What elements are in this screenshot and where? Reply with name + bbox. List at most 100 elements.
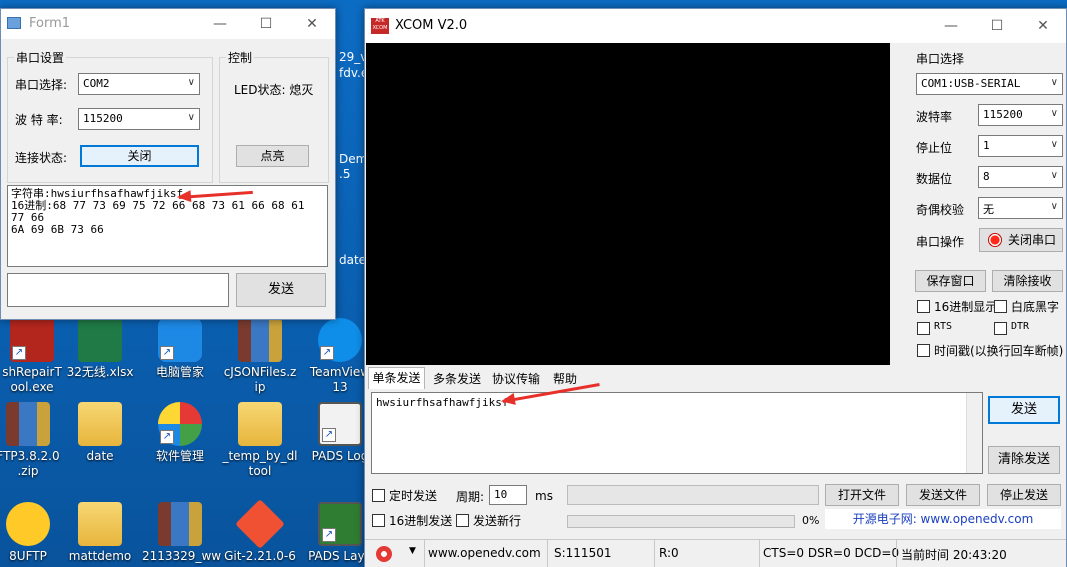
xcom-port-value: COM1:USB-SERIAL (921, 77, 1021, 90)
status-sent-count: S:111501 (554, 546, 612, 560)
desktop-icon-label: shRepairT ool.exe (2, 365, 62, 394)
tab-help[interactable]: 帮助 (547, 370, 583, 388)
close-icon[interactable]: ✕ (1020, 9, 1066, 43)
data-bits-select[interactable]: 8 ∨ (978, 166, 1063, 188)
port-select[interactable]: COM2 ∨ (78, 73, 200, 95)
send-progress-bar (567, 515, 795, 528)
desktop-icon-pcmgr[interactable]: ↗ 电脑管家 (142, 318, 218, 380)
period-unit: ms (535, 489, 553, 503)
stop-bits-value: 1 (983, 139, 990, 152)
xcom-baud-label: 波特率 (916, 110, 953, 124)
xcom-send-button[interactable]: 发送 (988, 396, 1060, 424)
clear-receive-button[interactable]: 清除接收 (992, 270, 1063, 292)
send-input[interactable] (7, 273, 229, 307)
maximize-icon[interactable]: ☐ (243, 9, 289, 39)
desktop-icon-xlsx[interactable]: 32无线.xlsx (62, 318, 138, 380)
stop-send-button[interactable]: 停止发送 (987, 484, 1061, 506)
timed-send-checkbox[interactable] (372, 489, 385, 502)
minimize-icon[interactable]: — (928, 9, 974, 43)
parity-value: 无 (983, 203, 994, 216)
xcom-baud-select[interactable]: 115200 ∨ (978, 104, 1063, 126)
chevron-down-icon: ∨ (187, 112, 195, 123)
period-input[interactable]: 10 (489, 485, 527, 505)
desktop-icon-mattdemo[interactable]: mattdemo (62, 502, 138, 564)
status-current-time: 当前时间 20:43:20 (901, 548, 1007, 562)
website-banner[interactable]: 开源电子网: www.openedv.com (825, 509, 1061, 529)
dtr-checkbox[interactable] (994, 322, 1007, 335)
baud-select-value: 115200 (83, 112, 123, 125)
folder-icon (238, 402, 282, 446)
white-black-checkbox[interactable] (994, 300, 1007, 313)
baud-label: 波 特 率: (15, 113, 63, 127)
tab-multi-send[interactable]: 多条发送 (429, 370, 485, 388)
parity-select[interactable]: 无 ∨ (978, 197, 1063, 219)
pads-icon: ↗ (318, 402, 362, 446)
desktop-icon-temp[interactable]: _temp_by_dl tool (222, 402, 298, 479)
maximize-icon[interactable]: ☐ (974, 9, 1020, 43)
desktop-icon-2113329[interactable]: 2113329_ww (142, 502, 221, 564)
desktop-icon-cjson[interactable]: cJSONFiles.z ip (222, 318, 298, 395)
port-select-label: 串口选择 (916, 52, 965, 66)
receive-area[interactable] (366, 43, 890, 365)
send-tabs: 单条发送 多条发送 协议传输 帮助 (368, 367, 908, 389)
baud-select[interactable]: 115200 ∨ (78, 108, 200, 130)
desktop-icon-git[interactable]: Git-2.21.0-6 (222, 499, 298, 564)
send-newline-checkbox[interactable] (456, 514, 469, 527)
clear-send-button[interactable]: 清除发送 (988, 446, 1060, 474)
hex-display-checkbox[interactable] (917, 300, 930, 313)
xcom-titlebar: ATK XCOM XCOM V2.0 — ☐ ✕ (365, 9, 1066, 43)
close-port-label: 关闭串口 (1008, 233, 1057, 247)
send-button[interactable]: 发送 (236, 273, 326, 307)
light-on-button[interactable]: 点亮 (236, 145, 309, 167)
receive-output[interactable]: 字符串:hwsiurfhsafhawfjiksf 16进制:68 77 73 6… (7, 185, 328, 267)
timestamp-label: 时间戳(以换行回车断帧) (934, 344, 1064, 358)
form1-window: Form1 — ☐ ✕ 串口设置 串口选择: COM2 ∨ 波 特 率: 1152… (0, 8, 336, 320)
desktop-icon-label: date (86, 449, 114, 463)
status-url-link[interactable]: www.openedv.com (428, 546, 541, 560)
open-file-button[interactable]: 打开文件 (825, 484, 899, 506)
repair-tool-icon: ↗ (10, 318, 54, 362)
tab-single-send[interactable]: 单条发送 (368, 367, 425, 389)
send-textarea[interactable]: hwsiurfhsafhawfjiksf (371, 392, 983, 474)
xcom-baud-value: 115200 (983, 108, 1023, 121)
status-divider (896, 540, 897, 567)
send-textarea-scrollbar[interactable] (966, 393, 982, 473)
close-icon[interactable]: ✕ (289, 9, 335, 39)
desktop-icon-date[interactable]: date (62, 402, 138, 464)
chevron-down-icon: ∨ (1050, 77, 1058, 88)
chevron-down-icon: ∨ (1050, 139, 1058, 150)
desktop-icon-label: cJSONFiles.z ip (223, 365, 297, 394)
teamviewer-icon: ↗ (318, 318, 362, 362)
control-group-label: 控制 (226, 49, 255, 66)
save-window-button[interactable]: 保存窗口 (915, 270, 986, 292)
settings-gear-icon[interactable] (376, 546, 392, 562)
close-port-button[interactable]: 关闭串口 (979, 228, 1063, 252)
desktop-icon-ftp-zip[interactable]: FTP3.8.2.0 .zip (0, 402, 66, 479)
pads-layout-icon: ↗ (318, 502, 362, 546)
tab-protocol[interactable]: 协议传输 (488, 370, 544, 388)
output-hex-line: 16进制:68 77 73 69 75 72 66 68 73 61 66 68… (11, 199, 305, 224)
rts-checkbox[interactable] (917, 322, 930, 335)
hex-send-checkbox[interactable] (372, 514, 385, 527)
stop-bits-select[interactable]: 1 ∨ (978, 135, 1063, 157)
desktop-icon-8uftp[interactable]: 8UFTP (0, 502, 66, 564)
status-divider (424, 540, 425, 567)
desktop-icon-shrepair[interactable]: ↗ shRepairT ool.exe (0, 318, 70, 395)
minimize-icon[interactable]: — (197, 9, 243, 39)
desktop-icon-label: FTP3.8.2.0 .zip (0, 449, 60, 478)
file-path-field[interactable] (567, 485, 819, 505)
timestamp-checkbox[interactable] (917, 344, 930, 357)
port-label: 串口选择: (15, 78, 68, 92)
caret-down-icon[interactable]: ▼ (409, 546, 416, 556)
desktop-icon-label: mattdemo (68, 549, 132, 563)
output-hex-line-cont: 6A 69 6B 73 66 (11, 223, 104, 236)
send-file-button[interactable]: 发送文件 (906, 484, 980, 506)
xcom-port-select[interactable]: COM1:USB-SERIAL ∨ (916, 73, 1063, 95)
desktop-icon-softmgr[interactable]: ↗ 软件管理 (142, 402, 218, 464)
close-connection-button[interactable]: 关闭 (80, 145, 199, 167)
form1-app-icon (7, 17, 21, 29)
chevron-down-icon: ∨ (1050, 108, 1058, 119)
connection-status-label: 连接状态: (15, 151, 68, 165)
chevron-down-icon: ∨ (1050, 201, 1058, 212)
folder-icon (78, 502, 122, 546)
